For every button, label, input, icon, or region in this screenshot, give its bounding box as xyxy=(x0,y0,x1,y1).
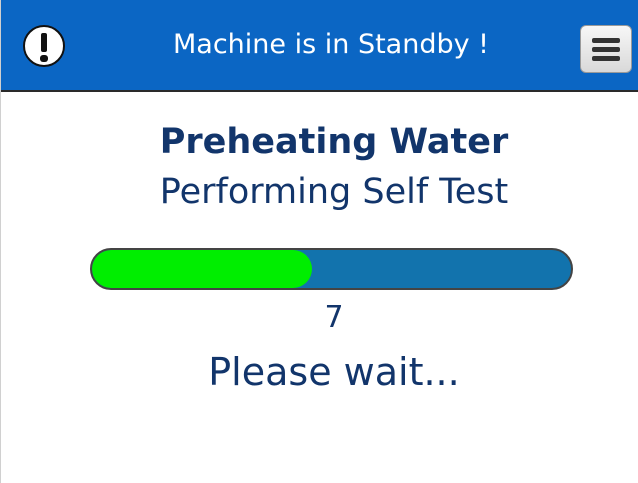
menu-button[interactable] xyxy=(580,25,632,73)
header-title: Machine is in Standby ! xyxy=(173,29,489,60)
wait-message: Please wait... xyxy=(208,350,460,394)
progress-bar xyxy=(90,248,573,290)
exclamation-dot xyxy=(40,55,48,62)
hamburger-menu-icon-line xyxy=(592,47,620,52)
status-title: Preheating Water xyxy=(159,122,509,162)
hamburger-menu-icon xyxy=(592,38,620,43)
status-subtitle: Performing Self Test xyxy=(159,172,509,212)
exclamation-bar xyxy=(41,33,47,52)
header-bar: Machine is in Standby ! xyxy=(1,0,638,92)
hamburger-menu-icon-line xyxy=(592,56,620,61)
exclamation-circle-icon[interactable] xyxy=(23,25,65,67)
standby-screen: Machine is in Standby ! Preheating Water… xyxy=(0,0,638,483)
progress-value: 7 xyxy=(324,300,344,335)
progress-bar-fill xyxy=(92,250,313,288)
